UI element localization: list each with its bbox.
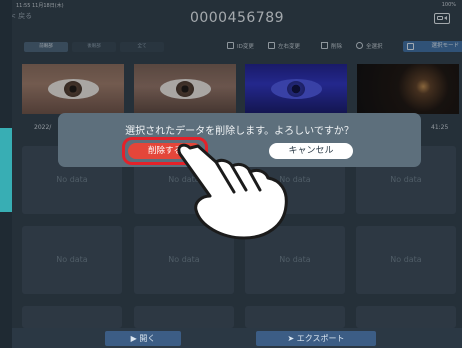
app-frame: 11:55 11月18日(木) 100% < 戻る 0000456789 前眼部… <box>0 0 462 348</box>
pointing-hand-icon <box>177 143 288 240</box>
send-icon: ➤ <box>287 334 297 343</box>
open-button[interactable]: ▶ 開く <box>105 331 181 346</box>
export-label: エクスポート <box>296 334 345 343</box>
export-button[interactable]: ➤ エクスポート <box>256 331 376 346</box>
open-label: 開く <box>139 334 156 343</box>
bottom-bar: ▶ 開く ➤ エクスポート <box>12 328 462 348</box>
